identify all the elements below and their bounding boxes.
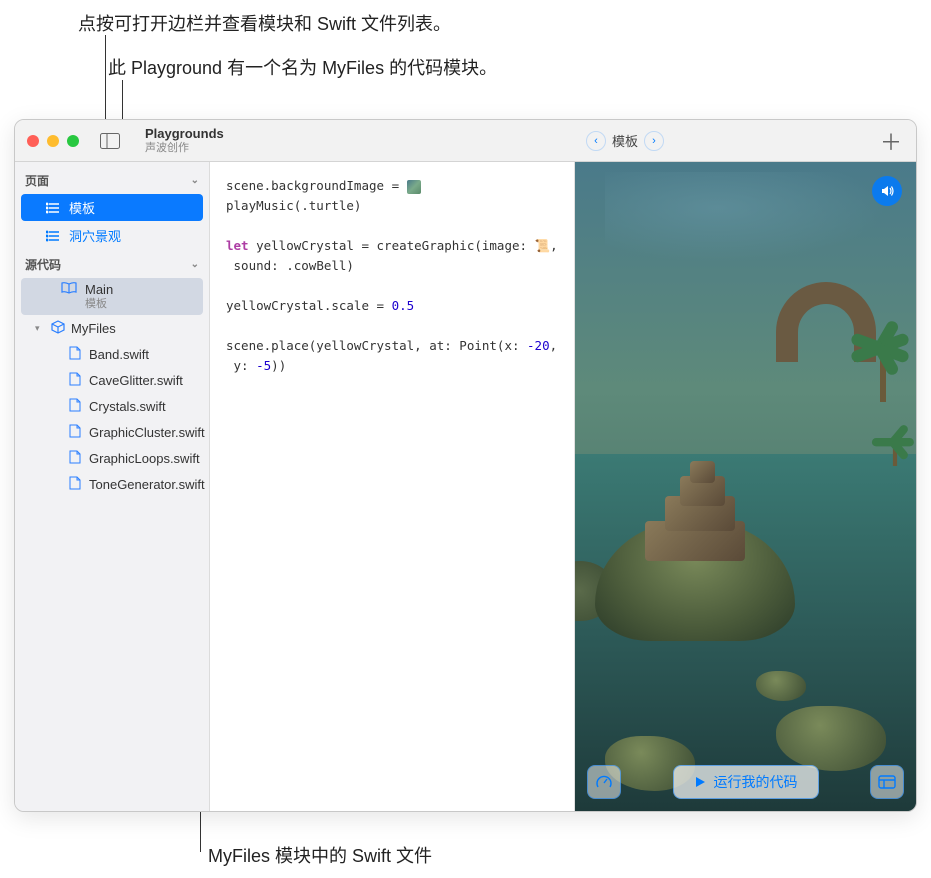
run-code-button[interactable]: 运行我的代码 [673,765,819,799]
file-label: GraphicLoops.swift [89,451,200,466]
source-main-item[interactable]: Main 模板 [21,278,203,315]
code-editor[interactable]: scene.backgroundImage = playMusic(.turtl… [210,162,575,811]
callout-line-1 [105,35,106,127]
file-item[interactable]: Crystals.swift [21,394,203,419]
palm-tree [893,438,897,466]
nav-area: Playgrounds 声波创作 ‹ 模板 › [123,126,876,155]
annotation-files: MyFiles 模块中的 Swift 文件 [208,842,432,868]
source-main-sublabel: 模板 [61,295,193,311]
nav-subtitle: 声波创作 [145,142,224,155]
chevron-down-icon: ⌄ [191,259,199,270]
list-bullet-icon [45,202,61,214]
breadcrumb-current: 模板 [612,131,638,150]
breadcrumb: ‹ 模板 › [586,131,664,151]
titlebar: Playgrounds 声波创作 ‹ 模板 › ＋ [15,120,916,162]
turtle-graphic [575,441,855,661]
swift-file-icon [69,372,81,389]
cube-icon [51,320,65,337]
preview-controls: 运行我的代码 [587,765,904,799]
page-item-cave[interactable]: 洞穴景观 [21,222,203,249]
section-pages-header[interactable]: 页面 ⌄ [15,166,209,193]
module-myfiles[interactable]: ▾ MyFiles [15,316,209,341]
swift-file-icon [69,398,81,415]
file-label: CaveGlitter.swift [89,373,183,388]
chevron-down-icon: ▾ [35,323,45,334]
sidebar: 页面 ⌄ 模板 洞穴景观 源代码 ⌄ [15,162,210,811]
swift-file-icon [69,346,81,363]
nav-back-button[interactable]: ‹ [586,131,606,151]
module-name: MyFiles [71,321,116,336]
file-item[interactable]: ToneGenerator.swift [21,472,203,497]
annotation-sidebar-toggle: 点按可打开边栏并查看模块和 Swift 文件列表。 [78,10,451,36]
annotation-module: 此 Playground 有一个名为 MyFiles 的代码模块。 [108,54,497,80]
minimize-window-button[interactable] [47,135,59,147]
run-button-label: 运行我的代码 [714,772,798,792]
list-bullet-icon [45,230,61,242]
file-label: Band.swift [89,347,149,362]
swift-file-icon [69,476,81,493]
live-preview: 运行我的代码 [575,162,916,811]
layout-button[interactable] [870,765,904,799]
editor-area: scene.backgroundImage = playMusic(.turtl… [210,162,916,811]
close-window-button[interactable] [27,135,39,147]
swift-file-icon [69,450,81,467]
file-label: ToneGenerator.swift [89,477,205,492]
file-item[interactable]: Band.swift [21,342,203,367]
nav-forward-button[interactable]: › [644,131,664,151]
image-literal-icon [407,180,421,194]
sound-button[interactable] [872,176,902,206]
section-source-header[interactable]: 源代码 ⌄ [15,250,209,277]
file-item[interactable]: CaveGlitter.swift [21,368,203,393]
fullscreen-window-button[interactable] [67,135,79,147]
file-item[interactable]: GraphicCluster.swift [21,420,203,445]
chevron-down-icon: ⌄ [191,175,199,186]
page-item-template[interactable]: 模板 [21,194,203,221]
add-button[interactable]: ＋ [876,126,906,156]
file-label: GraphicCluster.swift [89,425,205,440]
nav-title: Playgrounds [145,126,224,142]
page-item-label: 模板 [69,198,95,217]
traffic-lights [15,135,79,147]
swift-file-icon [69,424,81,441]
page-item-label: 洞穴景观 [69,226,121,245]
file-label: Crystals.swift [89,399,166,414]
file-item[interactable]: GraphicLoops.swift [21,446,203,471]
gauge-button[interactable] [587,765,621,799]
app-window: Playgrounds 声波创作 ‹ 模板 › ＋ 页面 ⌄ 模板 [14,119,917,812]
sidebar-toggle-button[interactable] [97,131,123,151]
palm-tree [880,342,886,402]
